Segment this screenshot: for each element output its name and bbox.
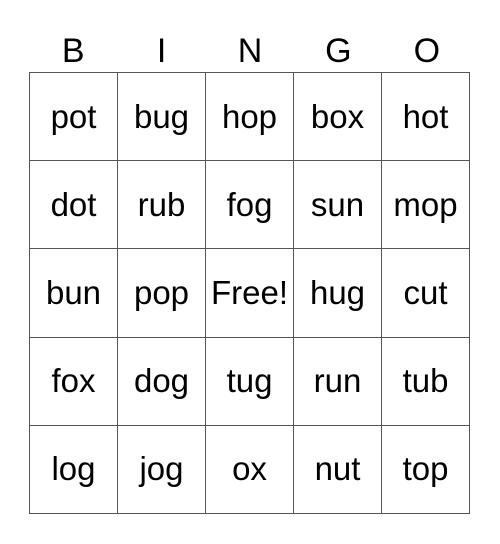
bingo-cell: pop bbox=[118, 249, 206, 338]
bingo-cell: bun bbox=[30, 249, 118, 338]
bingo-cell: mop bbox=[382, 161, 470, 250]
bingo-cell: tub bbox=[382, 337, 470, 426]
bingo-cell: top bbox=[382, 425, 470, 514]
free-space-cell: Free! bbox=[206, 249, 294, 338]
header-letter-n: N bbox=[237, 32, 263, 70]
header-letter-b: B bbox=[61, 32, 85, 70]
bingo-cell: bug bbox=[118, 73, 206, 162]
bingo-cell: dog bbox=[118, 337, 206, 426]
bingo-cell: dot bbox=[30, 161, 118, 250]
bingo-cell: jog bbox=[118, 425, 206, 514]
bingo-cell: cut bbox=[382, 249, 470, 338]
header-letter-o: O bbox=[413, 32, 441, 70]
bingo-header: B I N G O bbox=[29, 30, 471, 72]
header-letter-g: G bbox=[325, 32, 352, 70]
bingo-cell: run bbox=[294, 337, 382, 426]
bingo-cell: sun bbox=[294, 161, 382, 250]
bingo-cell: tug bbox=[206, 337, 294, 426]
bingo-cell: rub bbox=[118, 161, 206, 250]
bingo-cell: log bbox=[30, 425, 118, 514]
bingo-cell: fog bbox=[206, 161, 294, 250]
bingo-cell: pot bbox=[30, 73, 118, 162]
bingo-cell: nut bbox=[294, 425, 382, 514]
bingo-card-grid: pot bug hop box hot dot rub fog sun mop … bbox=[29, 72, 470, 514]
bingo-cell: fox bbox=[30, 337, 118, 426]
bingo-cell: hot bbox=[382, 73, 470, 162]
bingo-cell: hop bbox=[206, 73, 294, 162]
bingo-cell: box bbox=[294, 73, 382, 162]
bingo-cell: ox bbox=[206, 425, 294, 514]
bingo-cell: hug bbox=[294, 249, 382, 338]
header-letter-i: I bbox=[156, 32, 167, 70]
